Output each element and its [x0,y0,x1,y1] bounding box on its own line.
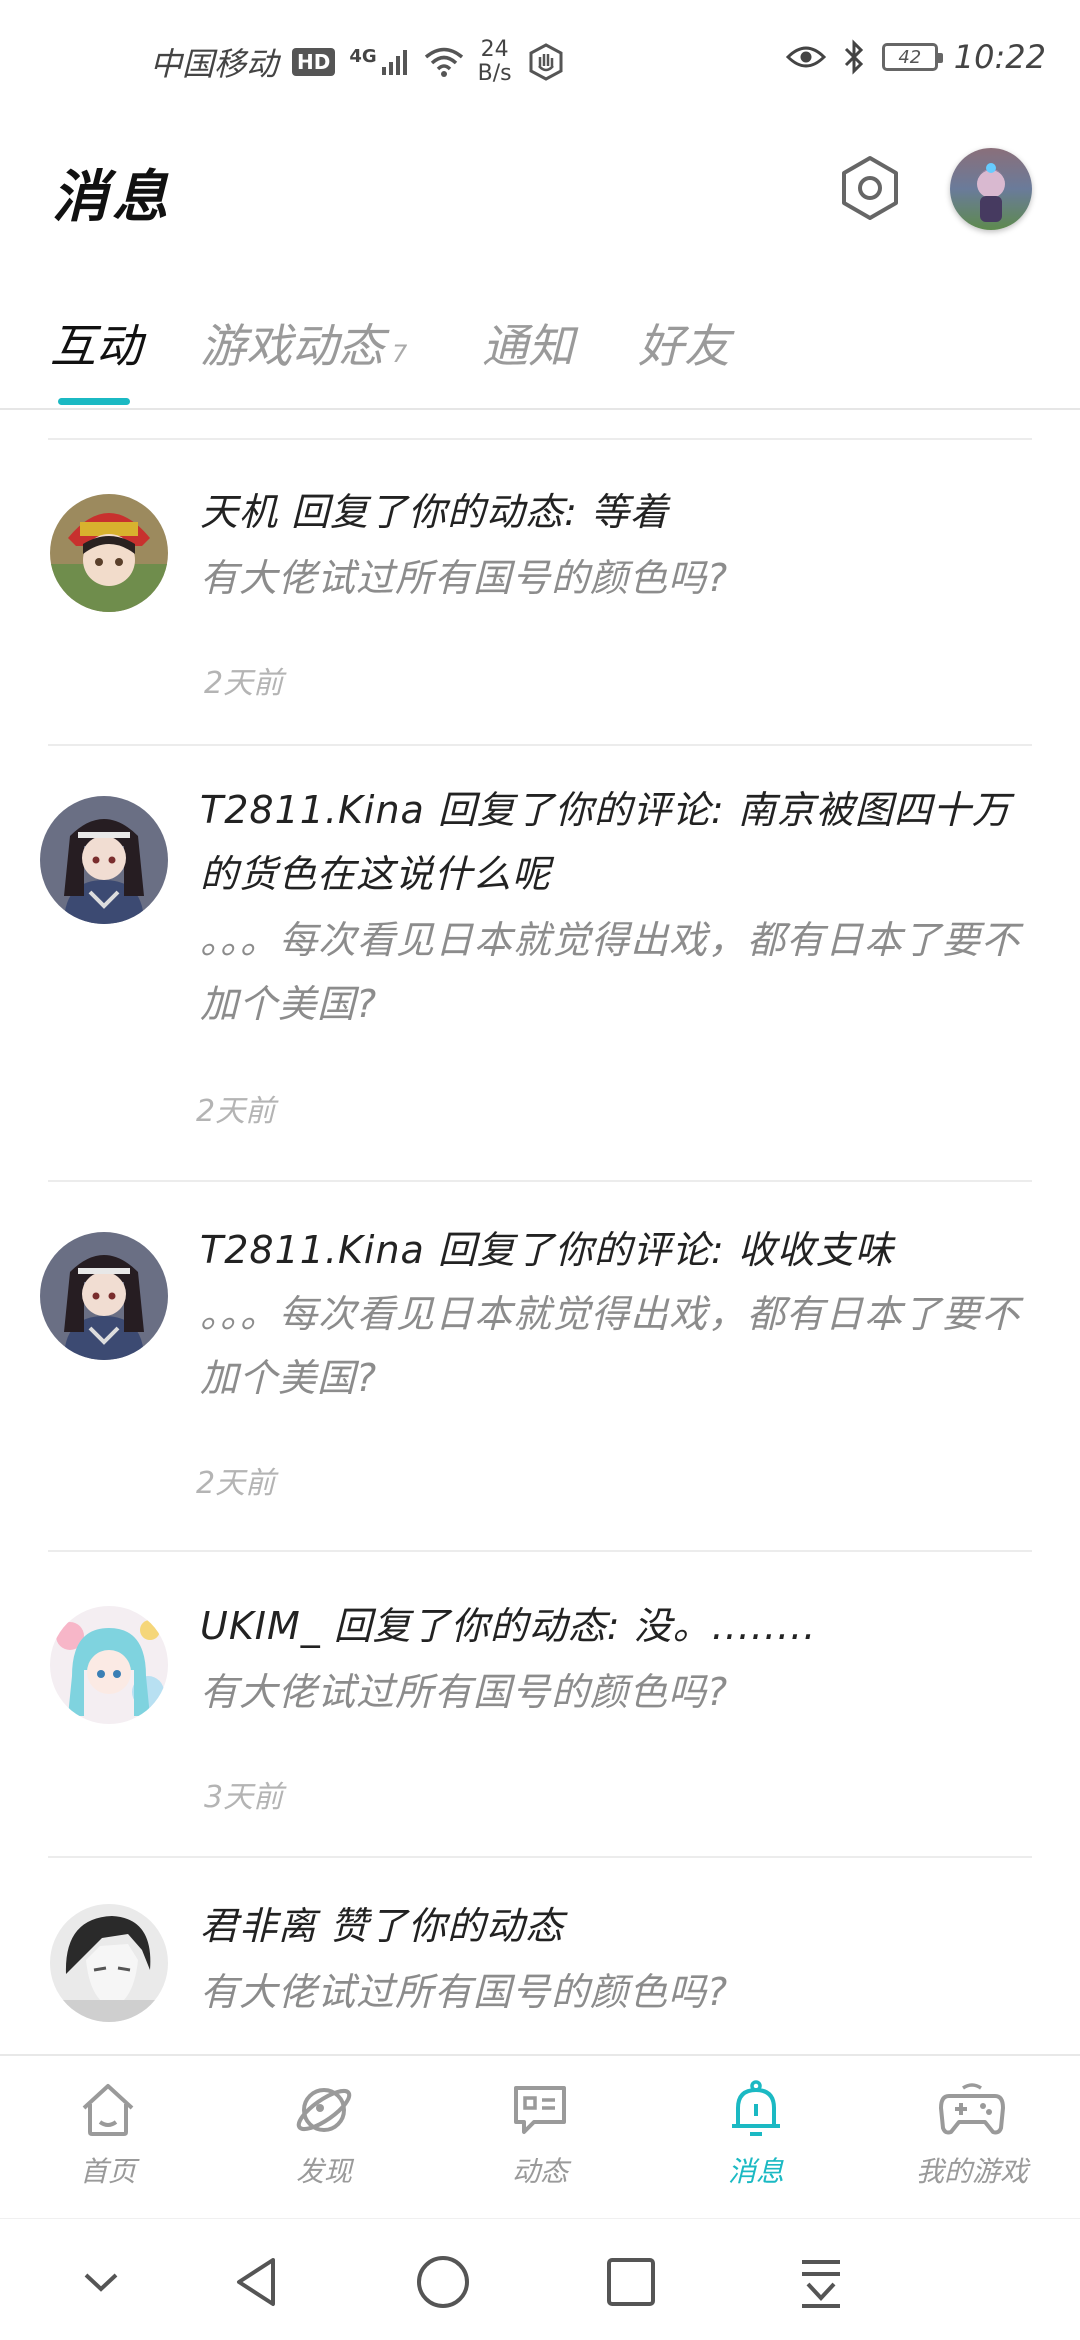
message-title: UKIM_ 回复了你的动态: 没。........ [200,1604,817,1648]
avatar[interactable] [40,1232,168,1360]
network-type: 4G [349,46,377,67]
nav-discover[interactable]: 发现 [234,2078,414,2190]
avatar[interactable] [50,1606,168,1724]
pull-down-icon [802,2260,840,2308]
recents-button[interactable] [596,2247,666,2317]
nav-label: 首页 [79,2155,136,2188]
tab-label: 互动 [50,319,142,373]
status-bar: 中国移动 HD 4G 24 B/s 42 10:22 [0,0,1080,130]
home-button[interactable] [408,2247,478,2317]
avatar[interactable] [50,1904,168,2022]
message-quote: 有大佬试过所有国号的颜色吗? [200,1970,729,2014]
nav-feed[interactable]: 动态 [450,2078,630,2190]
battery-level: 42 [898,46,922,68]
settings-button[interactable] [834,152,906,224]
message-item[interactable]: T2811.Kina 回复了你的评论: 南京被图四十万的货色在这说什么呢 。。。… [0,746,1080,1180]
message-time: 3天前 [204,1780,284,1815]
message-item[interactable]: UKIM_ 回复了你的动态: 没。........ 有大佬试过所有国号的颜色吗?… [0,1552,1080,1856]
nav-messages[interactable]: 消息 [666,2078,846,2190]
message-quote: 。。。每次看见日本就觉得出戏，都有日本了要不加个美国? [200,918,1021,1026]
chevron-down-icon [84,2273,118,2292]
profile-avatar[interactable] [950,148,1032,230]
bell-icon [732,2080,780,2136]
speed-unit: B/s [477,61,512,86]
message-time: 2天前 [196,1094,276,1129]
avatar[interactable] [40,796,168,924]
notification-pull-button[interactable] [786,2247,856,2317]
gamepad-icon [939,2083,1005,2135]
nav-label: 我的游戏 [915,2155,1028,2188]
status-right: 42 10:22 [785,38,1046,76]
speed-value: 24 [480,37,509,62]
nav-home[interactable]: 首页 [18,2078,198,2190]
tab-interaction[interactable]: 互动 [50,310,142,376]
back-button[interactable] [222,2247,292,2317]
signal-icon: 4G [349,46,409,77]
page-title: 消息 [52,165,172,230]
message-title: 君非离 赞了你的动态 [200,1904,565,1948]
tab-game-news[interactable]: 游戏动态 7 [200,310,407,376]
tab-label: 通知 [482,319,574,373]
tab-label: 游戏动态 [200,319,384,373]
app-header: 消息 [0,130,1080,270]
message-quote: 有大佬试过所有国号的颜色吗? [200,1670,729,1714]
planet-icon [296,2088,352,2132]
gear-icon [842,156,898,220]
tab-badge: 7 [392,340,408,368]
message-feed[interactable]: 天机 回复了你的动态: 等着 有大佬试过所有国号的颜色吗? 2天前 T2811.… [0,412,1080,2052]
nav-label: 发现 [295,2155,352,2188]
tab-bar: 互动 游戏动态 7 通知 好友 [0,300,1080,410]
eye-icon [785,46,826,68]
message-quote: 有大佬试过所有国号的颜色吗? [200,556,729,600]
message-time: 2天前 [196,1466,276,1501]
status-left: 中国移动 HD 4G 24 B/s [150,38,566,86]
clock: 10:22 [953,38,1046,76]
hand-shield-icon [529,43,563,81]
message-quote: 。。。每次看见日本就觉得出戏，都有日本了要不加个美国? [200,1292,1021,1400]
message-title: 天机 回复了你的动态: 等着 [200,490,669,534]
bottom-nav: 首页 发现 动态 消息 我的游戏 [0,2054,1080,2218]
chat-icon [514,2086,566,2134]
nav-label: 消息 [727,2155,784,2188]
nav-label: 动态 [511,2155,568,2188]
message-time: 2天前 [204,666,284,701]
system-nav-bar [0,2218,1080,2340]
wifi-icon [424,47,463,77]
message-item[interactable]: 君非离 赞了你的动态 有大佬试过所有国号的颜色吗? [0,1858,1080,2052]
nav-my-games[interactable]: 我的游戏 [882,2078,1062,2190]
message-title: T2811.Kina 回复了你的评论: 南京被图四十万的货色在这说什么呢 [200,788,1011,896]
collapse-button[interactable] [66,2247,136,2317]
circle-home-icon [417,2256,469,2308]
carrier-label: 中国移动 [150,45,279,83]
home-icon [82,2084,134,2136]
avatar[interactable] [50,494,168,612]
hd-badge: HD [292,48,336,76]
message-item[interactable]: 天机 回复了你的动态: 等着 有大佬试过所有国号的颜色吗? 2天前 [0,440,1080,744]
message-title: T2811.Kina 回复了你的评论: 收收支味 [200,1228,894,1272]
active-tab-indicator [58,398,130,405]
message-item[interactable]: T2811.Kina 回复了你的评论: 收收支味 。。。每次看见日本就觉得出戏，… [0,1182,1080,1550]
tab-friends[interactable]: 好友 [638,310,730,376]
back-triangle-icon [237,2258,275,2306]
net-speed: 24 B/s [478,38,512,86]
tab-notifications[interactable]: 通知 [482,310,574,376]
square-recents-icon [607,2258,655,2306]
bluetooth-icon [844,39,863,75]
battery-icon: 42 [881,43,943,71]
tab-label: 好友 [638,319,730,373]
